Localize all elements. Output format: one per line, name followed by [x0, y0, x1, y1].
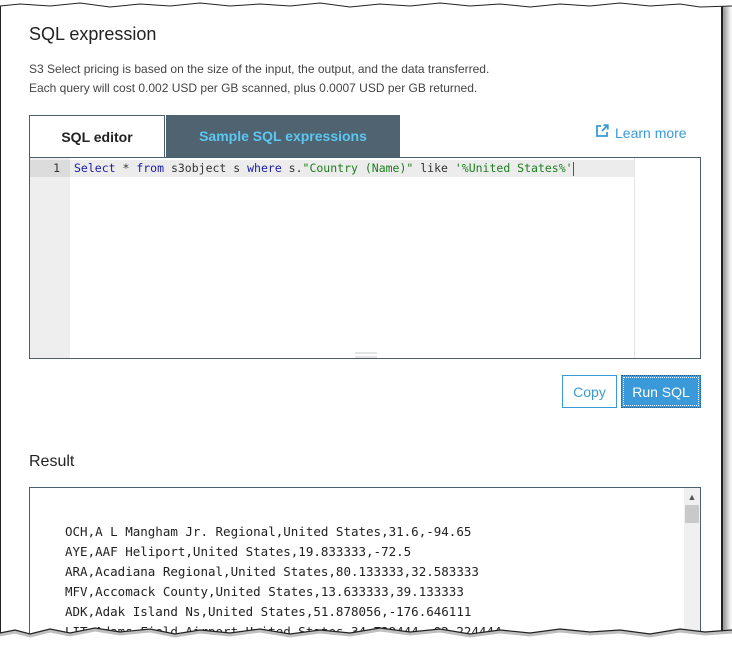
learn-more-link[interactable]: Learn more: [595, 124, 687, 141]
sql-token-string: '%United States%': [454, 161, 573, 175]
result-row: OCH,A L Mangham Jr. Regional,United Stat…: [65, 524, 472, 539]
sql-token-plain: s.: [281, 161, 303, 175]
pricing-line-1: S3 Select pricing is based on the size o…: [29, 62, 490, 76]
editor-resize-handle[interactable]: [355, 346, 377, 358]
run-sql-button[interactable]: Run SQL: [621, 375, 701, 408]
result-scrollbar[interactable]: ▲: [684, 488, 700, 640]
result-row: ARA,Acadiana Regional,United States,80.1…: [65, 564, 479, 579]
pricing-description: S3 Select pricing is based on the size o…: [29, 60, 489, 98]
sql-token-plain: like: [413, 161, 455, 175]
editor-gutter: [30, 158, 70, 358]
sql-token-keyword: Select: [74, 161, 116, 175]
tab-sql-editor[interactable]: SQL editor: [29, 115, 165, 158]
text-cursor: [572, 161, 574, 176]
result-row: MFV,Accomack County,United States,13.633…: [65, 584, 464, 599]
print-margin: [634, 158, 635, 358]
scroll-thumb[interactable]: [685, 505, 699, 523]
sql-token-keyword: from: [136, 161, 165, 175]
external-link-icon: [595, 124, 609, 141]
pricing-line-2: Each query will cost 0.002 USD per GB sc…: [29, 81, 478, 95]
sql-token-keyword: where: [247, 161, 282, 175]
result-output[interactable]: OCH,A L Mangham Jr. Regional,United Stat…: [29, 487, 701, 640]
sql-editor[interactable]: 1 Select * from s3object s where s."Coun…: [29, 157, 701, 359]
result-row: ADK,Adak Island Ns,United States,51.8780…: [65, 604, 472, 619]
torn-edge-top: [0, 0, 732, 8]
tab-sample-sql-expressions[interactable]: Sample SQL expressions: [166, 115, 400, 157]
sql-token-plain: s3object s: [164, 161, 248, 175]
page-title: SQL expression: [29, 24, 157, 44]
torn-edge-bottom: [0, 627, 732, 650]
line-number: 1: [53, 161, 60, 175]
result-title: Result: [29, 453, 75, 470]
sql-token-plain: *: [115, 161, 137, 175]
result-row: AYE,AAF Heliport,United States,19.833333…: [65, 544, 412, 559]
s3-select-panel: SQL expression S3 Select pricing is base…: [0, 0, 723, 640]
sql-token-string: "Country (Name)": [302, 161, 414, 175]
copy-button[interactable]: Copy: [562, 375, 617, 408]
sql-code-line[interactable]: Select * from s3object s where s."Countr…: [74, 160, 574, 177]
learn-more-label: Learn more: [615, 124, 687, 141]
scroll-up-arrow-icon[interactable]: ▲: [684, 488, 700, 505]
